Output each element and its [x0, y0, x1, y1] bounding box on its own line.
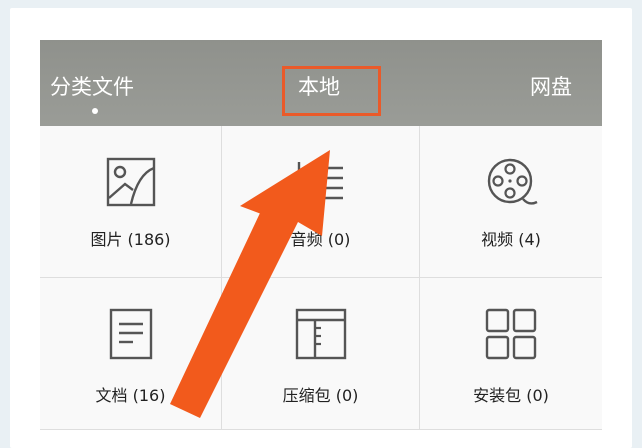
category-label: 图片 (186) — [90, 230, 171, 249]
music-list-icon — [297, 162, 343, 200]
file-manager-app: 分类文件 本地 网盘 图片 (186) 音频 (0) 视频 (4) 文档 (16… — [40, 40, 602, 430]
category-archives[interactable]: 压缩包 (0) — [222, 278, 420, 430]
category-images[interactable]: 图片 (186) — [40, 126, 222, 278]
category-label: 压缩包 (0) — [282, 386, 359, 405]
tab-bar: 分类文件 本地 网盘 — [40, 40, 602, 126]
category-label: 安装包 (0) — [473, 386, 549, 405]
category-video[interactable]: 视频 (4) — [420, 126, 602, 278]
archive-icon — [295, 308, 346, 360]
category-audio[interactable]: 音频 (0) — [222, 126, 420, 278]
active-tab-indicator — [92, 108, 98, 114]
highlight-box — [282, 66, 381, 116]
tab-cloud-drive[interactable]: 网盘 — [530, 72, 572, 102]
category-label: 视频 (4) — [481, 230, 541, 249]
category-label: 文档 (16) — [95, 386, 166, 405]
tab-categories[interactable]: 分类文件 — [50, 72, 134, 102]
category-packages[interactable]: 安装包 (0) — [420, 278, 602, 430]
category-grid: 图片 (186) 音频 (0) 视频 (4) 文档 (16) 压缩包 (0) 安… — [40, 126, 602, 430]
document-icon — [109, 308, 152, 360]
category-documents[interactable]: 文档 (16) — [40, 278, 222, 430]
film-reel-icon — [487, 158, 538, 205]
grid-apps-icon — [485, 308, 537, 360]
image-icon — [106, 157, 155, 207]
category-label: 音频 (0) — [290, 230, 351, 249]
